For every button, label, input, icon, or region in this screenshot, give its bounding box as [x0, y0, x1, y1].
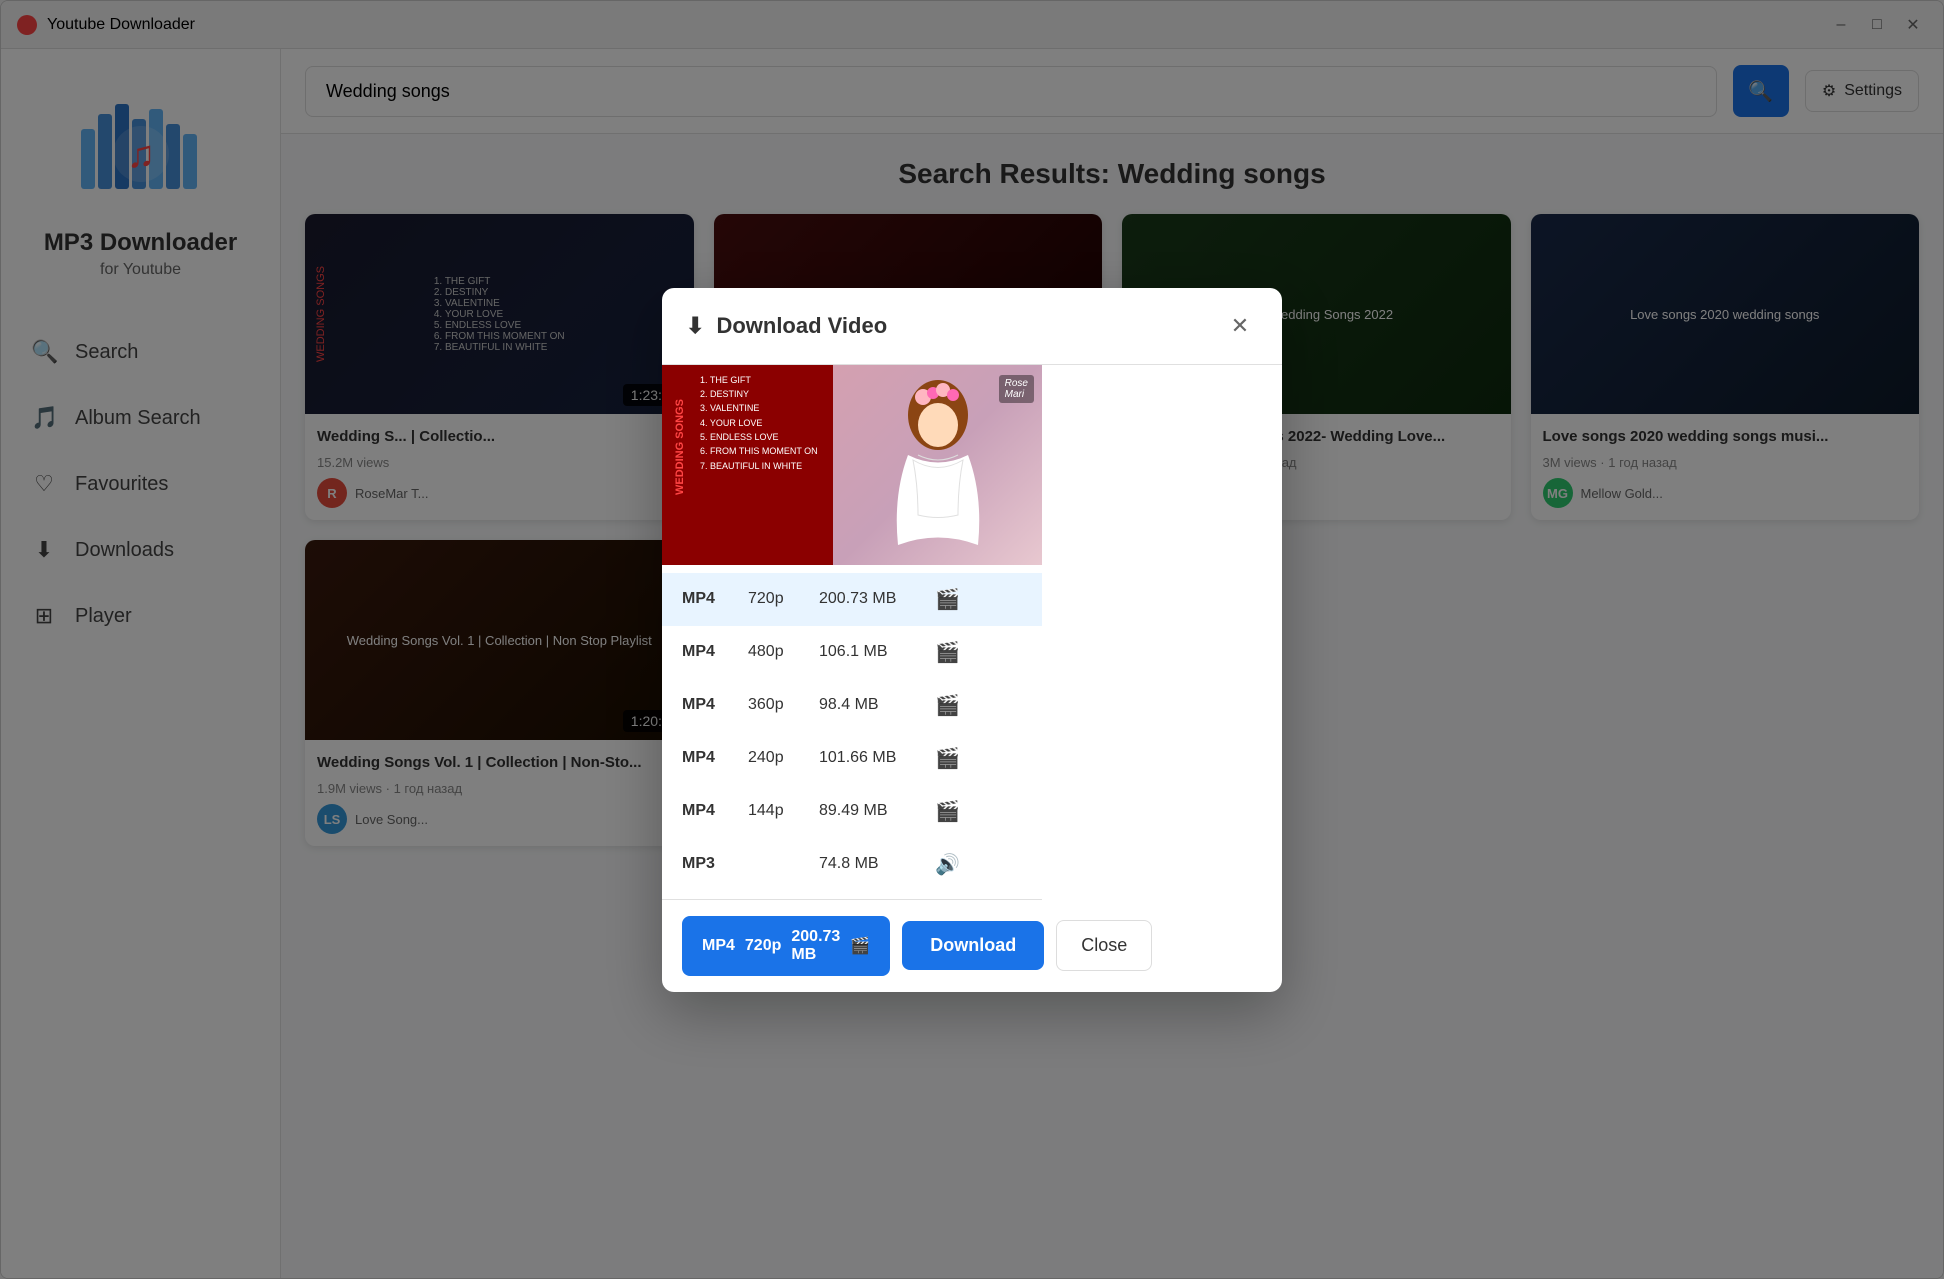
format-icon-3: 🎬 [935, 746, 960, 771]
format-type-4: MP4 [682, 802, 732, 820]
format-row-4[interactable]: MP4 144p 89.49 MB 🎬 [662, 785, 1042, 838]
format-quality-0: 720p [748, 590, 803, 608]
format-row-2[interactable]: MP4 360p 98.4 MB 🎬 [662, 679, 1042, 732]
format-size-2: 98.4 MB [819, 696, 919, 714]
format-type-3: MP4 [682, 749, 732, 767]
format-quality-1: 480p [748, 643, 803, 661]
download-modal: ⬇ Download Video ✕ WEDDING SONGS 1. THE … [662, 288, 1282, 992]
format-row-0[interactable]: MP4 720p 200.73 MB 🎬 [662, 573, 1042, 626]
selected-type: MP4 [702, 937, 735, 955]
format-type-5: MP3 [682, 855, 732, 873]
modal-close-button[interactable]: ✕ [1222, 308, 1258, 344]
format-row-1[interactable]: MP4 480p 106.1 MB 🎬 [662, 626, 1042, 679]
format-type-1: MP4 [682, 643, 732, 661]
download-button[interactable]: Download [902, 921, 1044, 970]
modal-left-panel: WEDDING SONGS 1. THE GIFT 2. DESTINY 3. … [662, 365, 1042, 992]
format-icon-4: 🎬 [935, 799, 960, 824]
format-row-3[interactable]: MP4 240p 101.66 MB 🎬 [662, 732, 1042, 785]
format-type-0: MP4 [682, 590, 732, 608]
format-quality-3: 240p [748, 749, 803, 767]
format-size-4: 89.49 MB [819, 802, 919, 820]
format-quality-4: 144p [748, 802, 803, 820]
modal-overlay: ⬇ Download Video ✕ WEDDING SONGS 1. THE … [0, 0, 1944, 1279]
modal-close-action-button[interactable]: Close [1056, 920, 1152, 971]
format-quality-2: 360p [748, 696, 803, 714]
selected-quality: 720p [745, 937, 781, 955]
format-size-5: 74.8 MB [819, 855, 919, 873]
format-list: MP4 720p 200.73 MB 🎬 MP4 480p 106.1 MB 🎬… [662, 565, 1042, 899]
format-icon-0: 🎬 [935, 587, 960, 612]
modal-actions: MP4 720p 200.73 MB 🎬 Download Close [662, 899, 1042, 992]
modal-title-icon: ⬇ [686, 313, 704, 339]
format-type-2: MP4 [682, 696, 732, 714]
modal-header: ⬇ Download Video ✕ [662, 288, 1282, 365]
modal-title: ⬇ Download Video [686, 313, 887, 339]
format-size-0: 200.73 MB [819, 590, 919, 608]
format-size-3: 101.66 MB [819, 749, 919, 767]
selected-icon: 🎬 [850, 936, 870, 956]
selected-format-badge: MP4 720p 200.73 MB 🎬 [682, 916, 890, 976]
modal-body: WEDDING SONGS 1. THE GIFT 2. DESTINY 3. … [662, 365, 1282, 992]
format-icon-1: 🎬 [935, 640, 960, 665]
modal-thumbnail-area: WEDDING SONGS 1. THE GIFT 2. DESTINY 3. … [662, 365, 1042, 565]
format-icon-5: 🔊 [935, 852, 960, 877]
format-size-1: 106.1 MB [819, 643, 919, 661]
format-icon-2: 🎬 [935, 693, 960, 718]
format-row-5[interactable]: MP3 74.8 MB 🔊 [662, 838, 1042, 891]
selected-size: 200.73 MB [791, 928, 840, 964]
